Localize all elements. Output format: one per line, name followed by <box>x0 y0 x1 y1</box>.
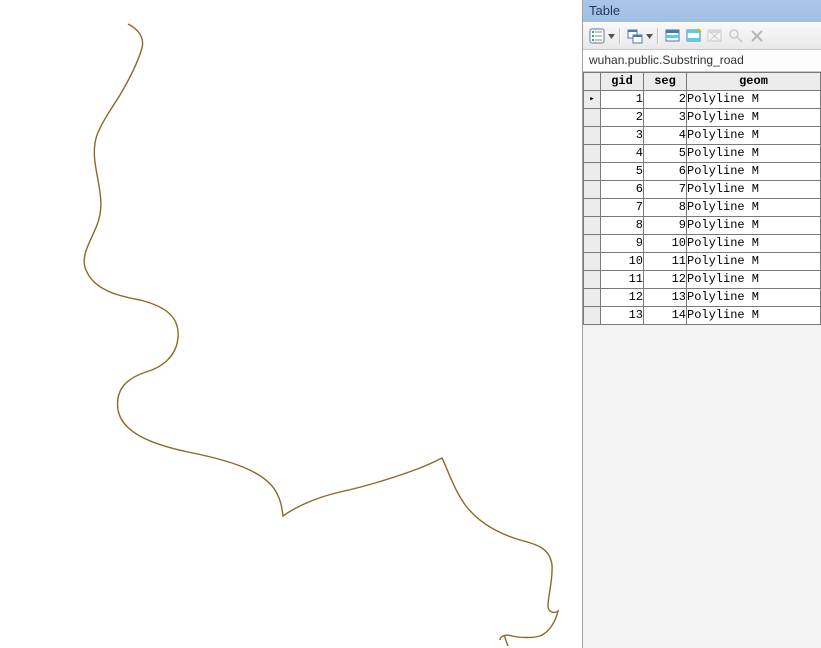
select-table-icon <box>665 28 681 44</box>
table-row[interactable]: 45Polyline M <box>584 145 821 163</box>
cell-gid[interactable]: 1 <box>601 91 644 109</box>
cell-gid[interactable]: 11 <box>601 271 644 289</box>
close-table-button[interactable] <box>747 26 767 46</box>
cell-geom[interactable]: Polyline M <box>687 127 821 145</box>
cell-seg[interactable]: 8 <box>644 199 687 217</box>
row-selector[interactable] <box>584 145 601 163</box>
row-selector[interactable] <box>584 271 601 289</box>
cell-geom[interactable]: Polyline M <box>687 145 821 163</box>
cell-seg[interactable]: 5 <box>644 145 687 163</box>
column-header-seg[interactable]: seg <box>644 73 687 91</box>
table-row[interactable]: 56Polyline M <box>584 163 821 181</box>
cell-gid[interactable]: 2 <box>601 109 644 127</box>
row-selector[interactable] <box>584 109 601 127</box>
cell-seg[interactable]: 11 <box>644 253 687 271</box>
switch-selection-icon <box>686 28 702 44</box>
table-options-dropdown[interactable] <box>608 28 615 44</box>
cell-gid[interactable]: 4 <box>601 145 644 163</box>
row-selector-header[interactable] <box>584 73 601 91</box>
cell-geom[interactable]: Polyline M <box>687 181 821 199</box>
row-selector[interactable] <box>584 307 601 325</box>
row-selector[interactable] <box>584 235 601 253</box>
cell-geom[interactable]: Polyline M <box>687 289 821 307</box>
cell-gid[interactable]: 8 <box>601 217 644 235</box>
cell-gid[interactable]: 3 <box>601 127 644 145</box>
cell-seg[interactable]: 4 <box>644 127 687 145</box>
cell-gid[interactable]: 9 <box>601 235 644 253</box>
column-header-gid[interactable]: gid <box>601 73 644 91</box>
cell-gid[interactable]: 13 <box>601 307 644 325</box>
row-selector[interactable] <box>584 253 601 271</box>
table-row[interactable]: 910Polyline M <box>584 235 821 253</box>
chevron-down-icon <box>646 28 653 44</box>
row-selector[interactable] <box>584 217 601 235</box>
layer-name-label: wuhan.public.Substring_road <box>583 50 821 72</box>
zoom-selected-icon <box>728 28 744 44</box>
toolbar-separator <box>619 28 621 44</box>
cell-seg[interactable]: 12 <box>644 271 687 289</box>
cell-geom[interactable]: Polyline M <box>687 307 821 325</box>
column-header-geom[interactable]: geom <box>687 73 821 91</box>
cell-gid[interactable]: 6 <box>601 181 644 199</box>
table-toolbar <box>583 22 821 50</box>
table-row[interactable]: 89Polyline M <box>584 217 821 235</box>
toolbar-separator <box>657 28 659 44</box>
table-row[interactable]: 23Polyline M <box>584 109 821 127</box>
table-row[interactable]: 12Polyline M <box>584 91 821 109</box>
list-icon <box>589 28 605 44</box>
cell-geom[interactable]: Polyline M <box>687 253 821 271</box>
cell-geom[interactable]: Polyline M <box>687 91 821 109</box>
row-selector[interactable] <box>584 199 601 217</box>
attribute-table-panel: Table <box>582 0 821 648</box>
clear-selection-button[interactable] <box>705 26 725 46</box>
row-selector[interactable] <box>584 91 601 109</box>
zoom-to-selected-button[interactable] <box>726 26 746 46</box>
cell-gid[interactable]: 10 <box>601 253 644 271</box>
cell-seg[interactable]: 7 <box>644 181 687 199</box>
row-selector[interactable] <box>584 163 601 181</box>
table-row[interactable]: 1213Polyline M <box>584 289 821 307</box>
cell-seg[interactable]: 6 <box>644 163 687 181</box>
cell-gid[interactable]: 5 <box>601 163 644 181</box>
table-row[interactable]: 1314Polyline M <box>584 307 821 325</box>
row-selector[interactable] <box>584 127 601 145</box>
chevron-down-icon <box>608 28 615 44</box>
table-row[interactable]: 78Polyline M <box>584 199 821 217</box>
close-icon <box>749 28 765 44</box>
cell-geom[interactable]: Polyline M <box>687 271 821 289</box>
cell-seg[interactable]: 3 <box>644 109 687 127</box>
cell-seg[interactable]: 9 <box>644 217 687 235</box>
cell-seg[interactable]: 10 <box>644 235 687 253</box>
select-by-attributes-button[interactable] <box>663 26 683 46</box>
related-tables-button[interactable] <box>625 26 645 46</box>
cell-seg[interactable]: 14 <box>644 307 687 325</box>
cell-seg[interactable]: 2 <box>644 91 687 109</box>
related-tables-icon <box>627 28 643 44</box>
cell-gid[interactable]: 12 <box>601 289 644 307</box>
panel-title: Table <box>583 0 821 22</box>
clear-selection-icon <box>707 28 723 44</box>
row-selector[interactable] <box>584 289 601 307</box>
cell-geom[interactable]: Polyline M <box>687 199 821 217</box>
table-row[interactable]: 34Polyline M <box>584 127 821 145</box>
table-row[interactable]: 1011Polyline M <box>584 253 821 271</box>
cell-geom[interactable]: Polyline M <box>687 235 821 253</box>
table-row[interactable]: 1112Polyline M <box>584 271 821 289</box>
attribute-grid[interactable]: gid seg geom 12Polyline M23Polyline M34P… <box>583 72 821 325</box>
switch-selection-button[interactable] <box>684 26 704 46</box>
cell-geom[interactable]: Polyline M <box>687 163 821 181</box>
grid-header-row: gid seg geom <box>584 73 821 91</box>
cell-geom[interactable]: Polyline M <box>687 217 821 235</box>
road-polyline <box>84 24 558 646</box>
related-tables-dropdown[interactable] <box>646 28 653 44</box>
cell-seg[interactable]: 13 <box>644 289 687 307</box>
cell-geom[interactable]: Polyline M <box>687 109 821 127</box>
row-selector[interactable] <box>584 181 601 199</box>
cell-gid[interactable]: 7 <box>601 199 644 217</box>
table-row[interactable]: 67Polyline M <box>584 181 821 199</box>
table-options-button[interactable] <box>587 26 607 46</box>
